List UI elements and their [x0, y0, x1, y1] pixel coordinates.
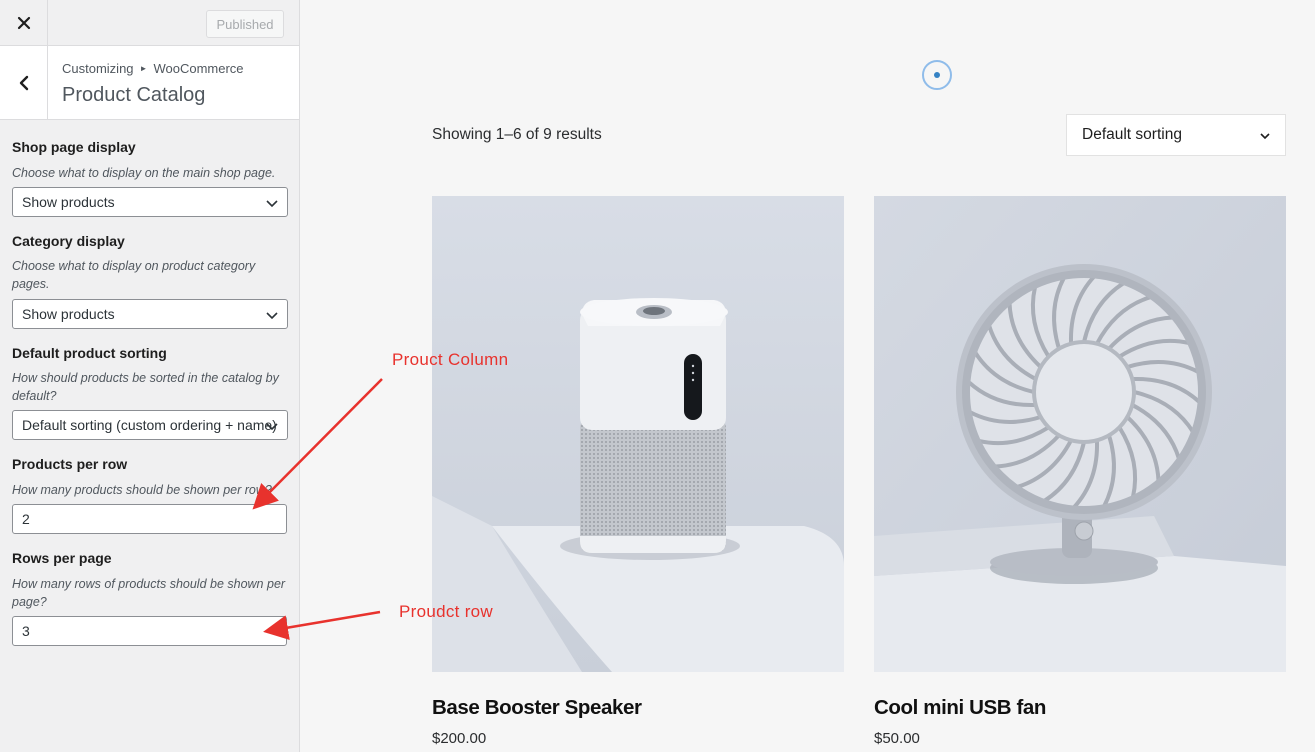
section-header: Customizing ► WooCommerce Product Catalo…: [0, 46, 299, 120]
annotation-column-note: Prouct Column: [392, 350, 509, 369]
shop-page-display-value: Show products: [22, 194, 115, 210]
close-icon: [17, 16, 30, 30]
rows-per-page-input[interactable]: 3: [12, 616, 287, 646]
shop-page-display-label: Shop page display: [12, 139, 136, 155]
shop-page-display-select[interactable]: Show products: [12, 187, 288, 217]
breadcrumb-separator-icon: ►: [139, 64, 148, 73]
product-image-fan[interactable]: [874, 196, 1286, 672]
product-image-speaker[interactable]: [432, 196, 844, 672]
category-display-select[interactable]: Show products: [12, 299, 288, 329]
category-display-label: Category display: [12, 233, 125, 249]
product-name-2[interactable]: Cool mini USB fan: [874, 696, 1046, 720]
chevron-down-icon: [266, 423, 278, 431]
default-sorting-select[interactable]: Default sorting (custom ordering + name): [12, 410, 288, 440]
back-button[interactable]: [0, 46, 48, 119]
shop-page-display-description: Choose what to display on the main shop …: [12, 166, 276, 180]
chevron-down-icon: [266, 200, 278, 208]
breadcrumb: Customizing ► WooCommerce: [62, 61, 244, 76]
category-display-value: Show products: [22, 306, 115, 322]
default-sorting-label: Default product sorting: [12, 345, 167, 361]
breadcrumb-parent: Customizing: [62, 61, 134, 76]
section-title: Product Catalog: [62, 84, 206, 106]
result-count: Showing 1–6 of 9 results: [432, 126, 602, 143]
speaker-illustration: [432, 196, 844, 672]
customizer-header: Published: [0, 0, 299, 46]
products-per-row-label: Products per row: [12, 456, 128, 472]
back-chevron-icon: [19, 75, 28, 90]
default-sorting-description: How should products be sorted in the cat…: [12, 371, 279, 403]
product-name-1[interactable]: Base Booster Speaker: [432, 696, 642, 720]
rows-per-page-label: Rows per page: [12, 550, 112, 566]
product-price-1: $200.00: [432, 730, 487, 747]
loading-spinner-icon: [922, 60, 952, 90]
category-display-description: Choose what to display on product catego…: [12, 259, 256, 291]
products-per-row-description: How many products should be shown per ro…: [12, 483, 272, 497]
chevron-down-icon: [1260, 133, 1270, 140]
products-per-row-input[interactable]: 2: [12, 504, 287, 534]
customizer-sidebar: Published Customizing ► WooCommerce Prod…: [0, 0, 300, 752]
published-button[interactable]: Published: [206, 10, 284, 38]
shop-sort-select[interactable]: Default sorting: [1066, 114, 1286, 156]
breadcrumb-child: WooCommerce: [153, 61, 244, 76]
fan-illustration: [874, 196, 1286, 672]
annotation-row-note: Proudct row: [399, 602, 494, 621]
rows-per-page-description: How many rows of products should be show…: [12, 577, 286, 609]
close-customizer-button[interactable]: [0, 0, 48, 46]
shop-sort-value: Default sorting: [1082, 126, 1182, 143]
default-sorting-value: Default sorting (custom ordering + name): [22, 417, 277, 433]
chevron-down-icon: [266, 312, 278, 320]
product-price-2: $50.00: [874, 730, 920, 747]
